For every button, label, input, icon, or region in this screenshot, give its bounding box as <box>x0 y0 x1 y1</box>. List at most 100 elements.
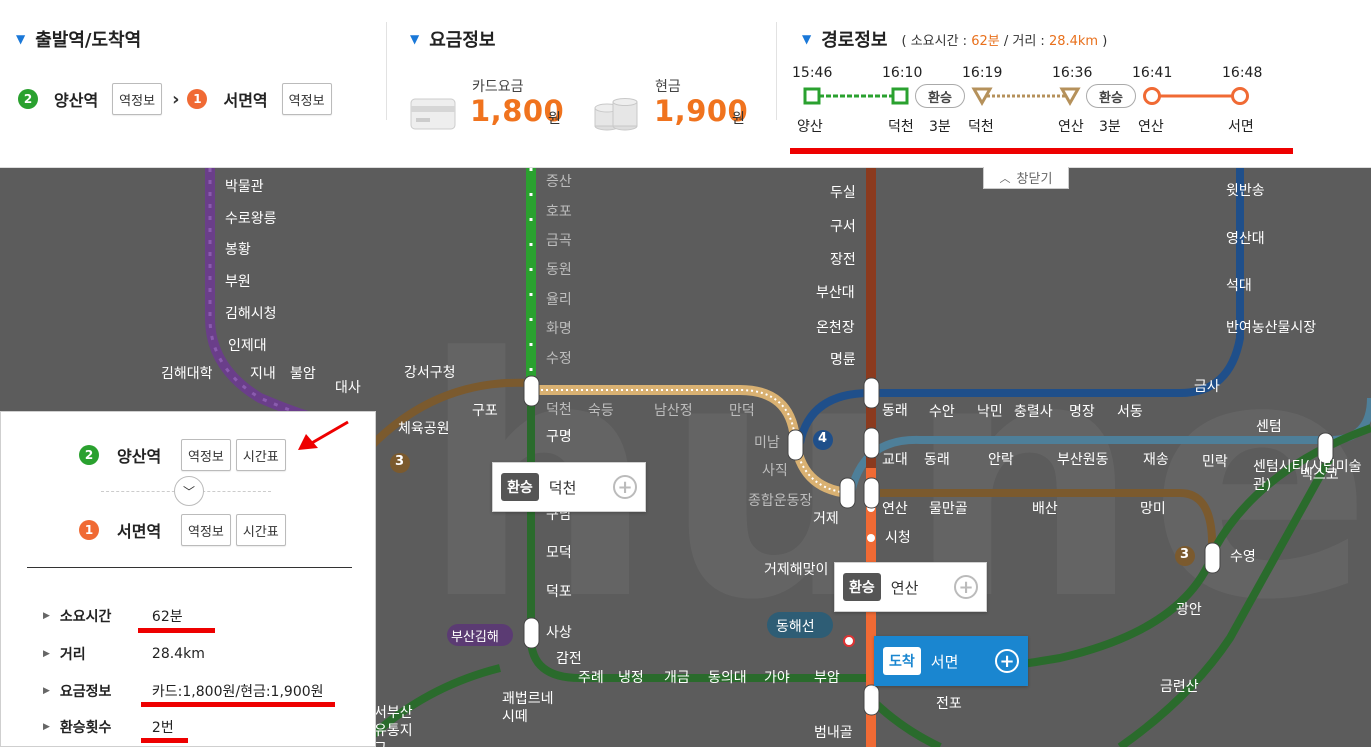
station-label[interactable]: 범내골 <box>814 722 853 742</box>
station-label[interactable]: 냉정 <box>618 667 644 687</box>
station-label[interactable]: 체육공원 <box>398 418 450 438</box>
station-label[interactable]: 센텀 <box>1256 416 1282 436</box>
station-label[interactable]: 서부산유통지구 <box>374 704 422 747</box>
depart-arrive-section-title[interactable]: ▼ 출발역/도착역 <box>16 26 141 52</box>
swap-chevron-icon[interactable]: ﹀ <box>174 476 204 506</box>
station-label[interactable]: 덕포 <box>546 581 572 601</box>
station-label[interactable]: 온천장 <box>816 317 855 337</box>
transfer-callout-yeonsan[interactable]: 환승 연산 + <box>834 562 987 612</box>
line-2-badge: 2 <box>18 89 38 109</box>
station-label[interactable]: 수로왕릉 <box>225 208 277 228</box>
origin-station-info-button[interactable]: 역정보 <box>112 83 163 115</box>
station-label[interactable]: 거제해맞이 <box>764 559 828 579</box>
station-label[interactable]: 주례 <box>578 667 604 687</box>
station-label[interactable]: 배산 <box>1032 498 1058 518</box>
plus-icon[interactable]: + <box>613 475 637 499</box>
station-label[interactable]: 동원 <box>546 259 572 279</box>
station-label[interactable]: 사상 <box>546 622 572 642</box>
station-label[interactable]: 사직 <box>762 460 788 480</box>
station-label[interactable]: 증산 <box>546 171 572 191</box>
station-label[interactable]: 덕천 <box>546 399 572 419</box>
station-label[interactable]: 지내 <box>250 363 276 383</box>
station-label[interactable]: 거제 <box>813 508 839 528</box>
station-label[interactable]: 봉황 <box>225 239 251 259</box>
station-label[interactable]: 율리 <box>546 289 572 309</box>
line-badge-text: 3 <box>1180 547 1190 562</box>
station-label[interactable]: 대사 <box>335 377 361 397</box>
plus-icon[interactable]: + <box>954 575 978 599</box>
station-label[interactable]: 두실 <box>830 182 856 202</box>
station-label[interactable]: 동래 <box>924 449 950 469</box>
station-label[interactable]: 숙등 <box>588 400 614 420</box>
close-panel-tab[interactable]: ︿ 창닫기 <box>983 167 1069 189</box>
station-label[interactable]: 금련산 <box>1160 676 1199 696</box>
station-label[interactable]: 윗반송 <box>1226 180 1265 200</box>
arrival-callout-seomyeon[interactable]: 도착 서면 + <box>874 636 1028 686</box>
station-label[interactable]: 모덕 <box>546 542 572 562</box>
station-label[interactable]: 동래 <box>882 400 908 420</box>
origin-station-info-button[interactable]: 역정보 <box>181 439 231 471</box>
station-label[interactable]: 명장 <box>1069 401 1095 421</box>
station-label[interactable]: 가야 <box>764 667 790 687</box>
station-label[interactable]: 광안 <box>1176 599 1202 619</box>
station-label[interactable]: 구서 <box>830 216 856 236</box>
station-label[interactable]: 인제대 <box>228 335 267 355</box>
station-label[interactable]: 금사 <box>1194 376 1220 396</box>
station-label[interactable]: 강서구청 <box>404 362 456 382</box>
station-label[interactable]: 서동 <box>1117 401 1143 421</box>
station-label[interactable]: 호포 <box>546 201 572 221</box>
station-label[interactable]: 구명 <box>546 426 572 446</box>
stop-name: 양산 <box>797 119 823 135</box>
station-label[interactable]: 명륜 <box>830 349 856 369</box>
station-label[interactable]: 물만골 <box>929 498 968 518</box>
destination-timetable-button[interactable]: 시간표 <box>235 514 286 546</box>
station-label[interactable]: 석대 <box>1226 275 1252 295</box>
station-label[interactable]: 낙민 <box>977 401 1003 421</box>
station-label[interactable]: 금곡 <box>546 230 572 250</box>
station-label[interactable]: 연산 <box>882 498 908 518</box>
station-label[interactable]: 장전 <box>830 249 856 269</box>
station-label[interactable]: 부암 <box>814 667 840 687</box>
station-label[interactable]: 화명 <box>546 318 572 338</box>
station-label[interactable]: 김해대학 <box>161 363 213 383</box>
panel-divider <box>27 567 352 568</box>
transfer-callout-deokcheon[interactable]: 환승 덕천 + <box>492 462 646 512</box>
station-label[interactable]: 김해시청 <box>225 303 277 323</box>
station-label[interactable]: 미남 <box>754 432 780 452</box>
station-label[interactable]: 반여농산물시장 <box>1226 317 1316 337</box>
route-section-title[interactable]: ▼ 경로정보 ( 소요시간 : 62분 / 거리 : 28.4km ) <box>802 26 1107 52</box>
station-label[interactable]: 전포 <box>936 693 962 713</box>
destination-station-info-button[interactable]: 역정보 <box>281 83 332 115</box>
origin-timetable-button[interactable]: 시간표 <box>235 439 286 471</box>
station-label[interactable]: 괘법르네시떼 <box>502 690 562 726</box>
station-label[interactable]: 개금 <box>664 667 690 687</box>
station-label[interactable]: 영산대 <box>1226 228 1265 248</box>
plus-icon[interactable]: + <box>995 649 1019 673</box>
station-label[interactable]: 벡스코 <box>1300 464 1339 484</box>
station-label[interactable]: 시청 <box>885 527 911 547</box>
line-badge-text: 4 <box>818 431 828 446</box>
destination-station-info-button[interactable]: 역정보 <box>181 514 231 546</box>
station-label[interactable]: 불암 <box>290 363 316 383</box>
station-label[interactable]: 재송 <box>1143 449 1169 469</box>
station-label[interactable]: 부원 <box>225 271 251 291</box>
station-label[interactable]: 동의대 <box>708 667 747 687</box>
station-label[interactable]: 감전 <box>556 648 582 668</box>
fare-section-title[interactable]: ▼ 요금정보 <box>410 26 495 52</box>
station-label[interactable]: 망미 <box>1140 498 1166 518</box>
station-marker <box>1231 87 1249 105</box>
station-label[interactable]: 부산원동 <box>1057 449 1109 469</box>
station-label[interactable]: 교대 <box>882 449 908 469</box>
station-label[interactable]: 남산정 <box>654 400 693 420</box>
station-label[interactable]: 수영 <box>1230 546 1256 566</box>
station-label[interactable]: 구포 <box>472 400 498 420</box>
station-label[interactable]: 부산대 <box>816 282 855 302</box>
station-label[interactable]: 만덕 <box>729 400 755 420</box>
station-label[interactable]: 민락 <box>1202 451 1228 471</box>
station-label[interactable]: 박물관 <box>225 176 264 196</box>
station-label[interactable]: 수안 <box>929 401 955 421</box>
station-label[interactable]: 안락 <box>988 449 1014 469</box>
station-label[interactable]: 수정 <box>546 348 572 368</box>
station-label[interactable]: 종합운동장 <box>748 490 812 510</box>
station-label[interactable]: 충렬사 <box>1014 401 1053 421</box>
